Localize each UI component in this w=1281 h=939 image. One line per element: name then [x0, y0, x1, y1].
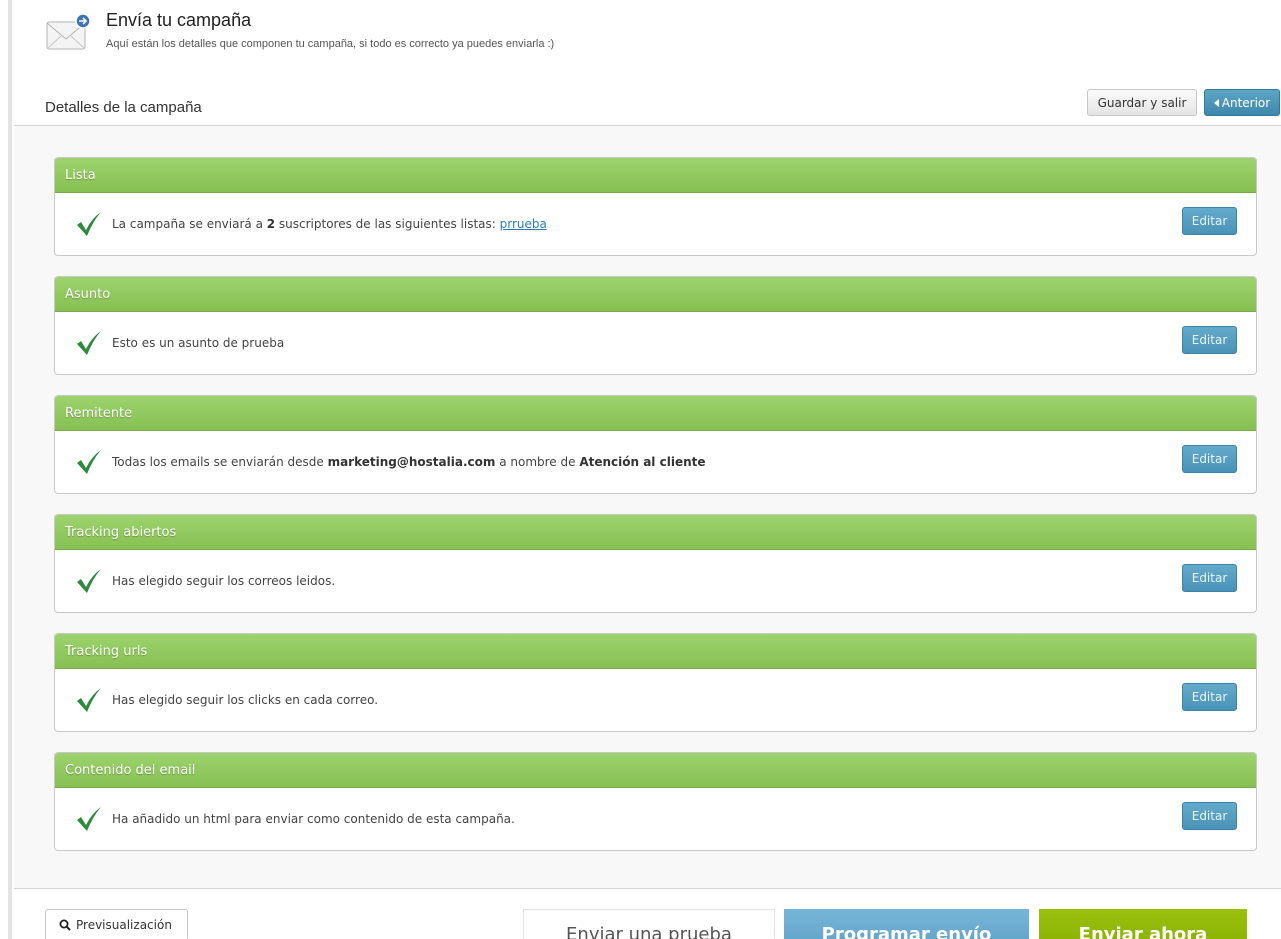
- edit-lista-button[interactable]: Editar: [1182, 207, 1237, 235]
- page-title: Envía tu campaña: [106, 10, 252, 30]
- checkmark-icon: [77, 807, 101, 831]
- edit-remitente-button[interactable]: Editar: [1182, 445, 1237, 473]
- checkmark-icon: [77, 450, 101, 474]
- edit-contenido-button[interactable]: Editar: [1182, 802, 1237, 830]
- details-title: Detalles de la campaña: [45, 99, 202, 116]
- panel-text: Esto es un asunto de prueba: [112, 336, 285, 350]
- panel-text: Has elegido seguir los clicks en cada co…: [112, 693, 379, 707]
- edit-tracking-urls-button[interactable]: Editar: [1182, 683, 1237, 711]
- panel-lista: Lista La campaña se enviará a 2 suscript…: [54, 157, 1257, 256]
- panel-body: Has elegido seguir los clicks en cada co…: [55, 669, 1256, 731]
- page-header: Envía tu campaña Aquí están los detalles…: [46, 8, 1246, 58]
- sender-name: Atención al cliente: [579, 455, 706, 469]
- subscriber-count: 2: [266, 217, 276, 231]
- panel-asunto: Asunto Esto es un asunto de prueba Edita…: [54, 276, 1257, 375]
- envelope-icon: [46, 13, 90, 50]
- lista-text-before: La campaña se enviará a: [112, 217, 267, 231]
- panel-text: La campaña se enviará a 2 suscriptores d…: [112, 217, 547, 231]
- previous-button[interactable]: Anterior: [1204, 89, 1280, 116]
- panel-title: Remitente: [55, 396, 1256, 431]
- edit-tracking-abiertos-button[interactable]: Editar: [1182, 564, 1237, 592]
- panel-body: La campaña se enviará a 2 suscriptores d…: [55, 193, 1256, 255]
- panel-body: Has elegido seguir los correos leidos. E…: [55, 550, 1256, 612]
- schedule-send-button[interactable]: Programar envío: [784, 909, 1029, 939]
- panel-title: Contenido del email: [55, 753, 1256, 788]
- divider: [14, 888, 1281, 889]
- panel-text: Todas los emails se enviarán desde marke…: [112, 455, 706, 469]
- preview-button[interactable]: Previsualización: [45, 909, 188, 939]
- left-border: [8, 0, 12, 939]
- list-link[interactable]: prrueba: [500, 217, 547, 231]
- search-icon: [59, 919, 71, 931]
- panel-contenido: Contenido del email Ha añadido un html p…: [54, 752, 1257, 851]
- panel-body: Esto es un asunto de prueba Editar: [55, 312, 1256, 374]
- checkmark-icon: [77, 212, 101, 236]
- checkmark-icon: [77, 331, 101, 355]
- panel-text: Ha añadido un html para enviar como cont…: [112, 812, 515, 826]
- panel-title: Asunto: [55, 277, 1256, 312]
- save-and-exit-button[interactable]: Guardar y salir: [1087, 89, 1197, 116]
- remitente-text-mid: a nombre de: [495, 455, 580, 469]
- panel-body: Ha añadido un html para enviar como cont…: [55, 788, 1256, 850]
- panel-title: Lista: [55, 158, 1256, 193]
- send-now-button[interactable]: Enviar ahora: [1039, 909, 1247, 939]
- checkmark-icon: [77, 569, 101, 593]
- panel-body: Todas los emails se enviarán desde marke…: [55, 431, 1256, 493]
- checkmark-icon: [77, 688, 101, 712]
- panel-title: Tracking abiertos: [55, 515, 1256, 550]
- panel-title: Tracking urls: [55, 634, 1256, 669]
- previous-button-label: Anterior: [1221, 95, 1271, 110]
- caret-left-icon: [1213, 98, 1219, 107]
- page-subtitle: Aquí están los detalles que componen tu …: [106, 38, 555, 50]
- preview-button-label: Previsualización: [76, 918, 172, 932]
- panel-tracking-abiertos: Tracking abiertos Has elegido seguir los…: [54, 514, 1257, 613]
- panel-remitente: Remitente Todas los emails se enviarán d…: [54, 395, 1257, 494]
- send-test-button[interactable]: Enviar una prueba: [523, 909, 775, 939]
- panel-tracking-urls: Tracking urls Has elegido seguir los cli…: [54, 633, 1257, 732]
- panel-text: Has elegido seguir los correos leidos.: [112, 574, 336, 588]
- edit-asunto-button[interactable]: Editar: [1182, 326, 1237, 354]
- lista-text-mid: suscriptores de las siguientes listas:: [275, 217, 500, 231]
- sender-email: marketing@hostalia.com: [327, 455, 496, 469]
- remitente-text-before: Todas los emails se enviarán desde: [112, 455, 328, 469]
